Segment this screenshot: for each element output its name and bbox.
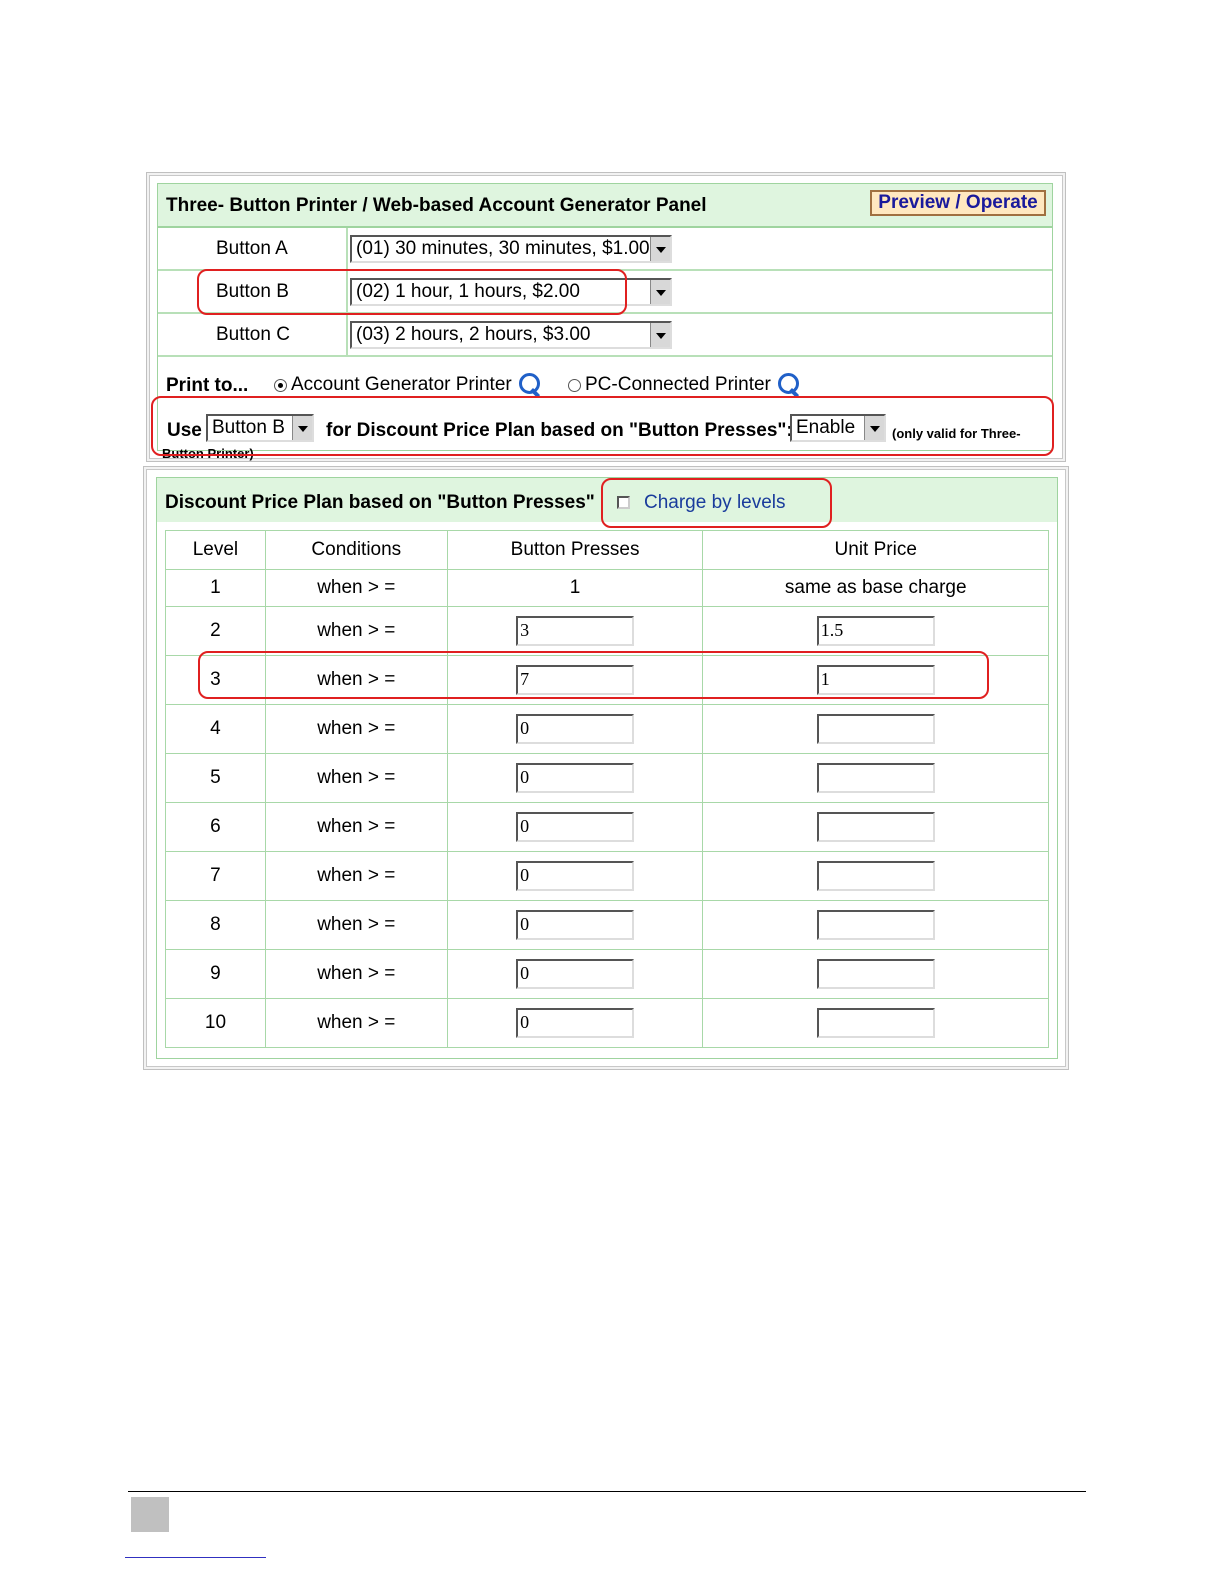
table-header-row: Level Conditions Button Presses Unit Pri… — [165, 530, 1049, 570]
button-a-select[interactable]: (01) 30 minutes, 30 minutes, $1.00 — [350, 235, 672, 263]
chevron-down-icon[interactable] — [650, 237, 670, 261]
presses-input[interactable]: 0 — [516, 1008, 635, 1038]
button-a-row: Button A (01) 30 minutes, 30 minutes, $1… — [158, 228, 1052, 271]
presses-input[interactable]: 0 — [516, 812, 635, 842]
condition-cell: when > = — [264, 606, 448, 656]
page-number-box — [131, 1497, 169, 1532]
table-row: 1 when > = 1 same as base charge — [165, 569, 1049, 607]
discount-plan-panel-inner: Discount Price Plan based on "Button Pre… — [156, 477, 1058, 1059]
presses-input[interactable]: 0 — [516, 910, 635, 940]
chevron-down-icon[interactable] — [650, 280, 670, 304]
condition-cell: when > = — [264, 802, 448, 852]
footer-rule — [128, 1491, 1086, 1492]
unit-price-input[interactable] — [816, 714, 935, 744]
unit-price-input[interactable] — [816, 812, 935, 842]
level-cell: 7 — [165, 851, 266, 901]
table-row: 2 when > = 3 1.5 — [165, 606, 1049, 656]
unit-price-input[interactable] — [816, 959, 935, 989]
levels-table: Level Conditions Button Presses Unit Pri… — [165, 530, 1049, 1048]
plan-title: Discount Price Plan based on "Button Pre… — [165, 492, 595, 513]
button-c-select[interactable]: (03) 2 hours, 2 hours, $3.00 — [350, 321, 672, 349]
panel-title: Three- Button Printer / Web-based Accoun… — [166, 195, 707, 216]
condition-cell: when > = — [264, 949, 448, 999]
search-icon[interactable] — [517, 372, 543, 398]
radio-account-generator[interactable] — [274, 378, 287, 392]
level-cell: 2 — [165, 606, 266, 656]
button-c-row: Button C (03) 2 hours, 2 hours, $3.00 — [158, 314, 1052, 357]
print-to-label: Print to... — [166, 375, 249, 396]
level-cell: 5 — [165, 753, 266, 803]
search-icon[interactable] — [776, 372, 802, 398]
presses-input[interactable]: 0 — [516, 959, 635, 989]
highlight-level-3-row — [198, 651, 989, 699]
condition-cell: when > = — [264, 851, 448, 901]
col-unit-price: Unit Price — [702, 530, 1049, 570]
presses-cell: 1 — [446, 569, 704, 607]
print-option-account-generator[interactable]: Account Generator Printer — [274, 372, 543, 398]
table-row: 6 when > = 0 — [165, 802, 1049, 852]
table-row: 7 when > = 0 — [165, 851, 1049, 901]
presses-input[interactable]: 0 — [516, 763, 635, 793]
table-row: 10 when > = 0 — [165, 998, 1049, 1048]
highlight-discount-row — [151, 396, 1054, 456]
level-cell: 9 — [165, 949, 266, 999]
unit-price-input[interactable] — [816, 1008, 935, 1038]
level-cell: 8 — [165, 900, 266, 950]
highlight-button-b — [197, 269, 627, 315]
condition-cell: when > = — [264, 900, 448, 950]
panel-header: Three- Button Printer / Web-based Accoun… — [158, 184, 1052, 228]
footer-link-underline — [125, 1557, 266, 1558]
condition-cell: when > = — [264, 998, 448, 1048]
chevron-down-icon[interactable] — [650, 323, 670, 347]
col-conditions: Conditions — [264, 530, 448, 570]
condition-cell: when > = — [264, 753, 448, 803]
preview-operate-button[interactable]: Preview / Operate — [870, 190, 1046, 216]
col-level: Level — [165, 530, 266, 570]
presses-input[interactable]: 3 — [516, 616, 635, 646]
table-row: 8 when > = 0 — [165, 900, 1049, 950]
level-cell: 4 — [165, 704, 266, 754]
table-row: 9 when > = 0 — [165, 949, 1049, 999]
condition-cell: when > = — [264, 704, 448, 754]
button-c-label: Button C — [216, 324, 290, 345]
unit-price-cell: same as base charge — [702, 569, 1049, 607]
col-button-presses: Button Presses — [446, 530, 704, 570]
unit-price-input[interactable]: 1.5 — [816, 616, 935, 646]
table-row: 5 when > = 0 — [165, 753, 1049, 803]
unit-price-input[interactable] — [816, 763, 935, 793]
unit-price-input[interactable] — [816, 861, 935, 891]
print-option-pc-connected[interactable]: PC-Connected Printer — [568, 372, 802, 398]
radio-pc-connected[interactable] — [568, 378, 581, 392]
table-row: 4 when > = 0 — [165, 704, 1049, 754]
presses-input[interactable]: 0 — [516, 861, 635, 891]
presses-input[interactable]: 0 — [516, 714, 635, 744]
discount-plan-panel: Discount Price Plan based on "Button Pre… — [143, 466, 1069, 1070]
level-cell: 1 — [165, 569, 266, 607]
level-cell: 6 — [165, 802, 266, 852]
highlight-charge-by-levels — [601, 478, 832, 528]
unit-price-input[interactable] — [816, 910, 935, 940]
button-a-label: Button A — [216, 238, 288, 259]
level-cell: 10 — [165, 998, 266, 1048]
condition-cell: when > = — [264, 569, 448, 607]
